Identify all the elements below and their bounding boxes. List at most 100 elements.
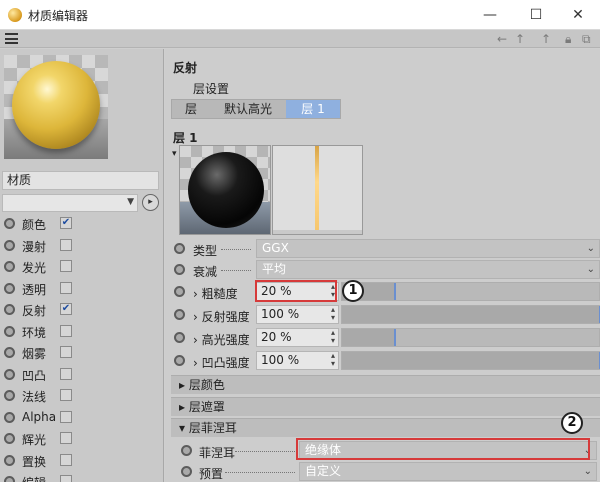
preview-sphere (12, 61, 100, 149)
group-layer-mask[interactable]: ▸ 层遮罩 (171, 397, 600, 416)
layer-settings-label: 层设置 (193, 82, 230, 96)
channel-item[interactable]: 辉光 (0, 428, 162, 450)
channel-checkbox[interactable] (60, 260, 72, 272)
channel-item[interactable]: 发光 (0, 256, 162, 278)
arrow-left-icon[interactable]: ← (497, 31, 507, 47)
lock-icon[interactable]: 🔒︎ (565, 31, 571, 47)
group-layer-color[interactable]: ▸ 层颜色 (171, 375, 600, 394)
material-name-field[interactable]: 材质 (2, 171, 159, 190)
channel-label: 反射 (22, 304, 47, 318)
channel-dot-icon (4, 454, 15, 466)
animate-dot-icon[interactable] (174, 243, 185, 254)
channel-checkbox[interactable] (60, 475, 72, 482)
channel-item[interactable]: 凹凸 (0, 364, 162, 386)
layer-previews (179, 145, 363, 235)
layer-title: 层 1 (173, 131, 198, 145)
arrow-up-icon[interactable]: ↑ (515, 31, 525, 47)
channel-checkbox[interactable] (60, 410, 72, 423)
material-dropdown[interactable]: ▼ (2, 194, 138, 212)
channel-dot-icon (4, 347, 15, 358)
channel-item[interactable]: 透明 (0, 278, 162, 300)
animate-dot-icon[interactable] (181, 445, 192, 456)
channel-item[interactable]: 漫射 (0, 235, 162, 257)
type-dropdown[interactable]: GGX ⌄ (256, 239, 600, 258)
channel-dot-icon (4, 304, 15, 315)
new-window-icon[interactable]: ⧉ (582, 31, 591, 47)
channel-item[interactable]: Alpha (0, 407, 162, 429)
chevron-down-icon: ⌄ (586, 243, 595, 254)
animate-dot-icon[interactable] (174, 264, 185, 275)
channel-checkbox[interactable] (60, 346, 72, 358)
specular-strength-input[interactable]: 20 % ▴ ▾ (256, 328, 339, 347)
preset-dropdown[interactable]: 自定义 ⌄ (299, 462, 597, 481)
channel-label: 发光 (22, 261, 47, 275)
channel-checkbox[interactable]: ✔ (60, 217, 72, 229)
roughness-slider[interactable] (341, 282, 600, 301)
channel-item[interactable]: 反射 ✔ (0, 299, 162, 321)
channel-checkbox[interactable]: ✔ (60, 303, 72, 315)
channel-label: 法线 (22, 390, 47, 404)
prop-specular-strength: › 高光强度 20 % ▴ ▾ (171, 328, 600, 348)
channel-checkbox[interactable] (60, 432, 72, 444)
arrow-up-alt-icon[interactable]: ↑ (541, 31, 551, 47)
channel-checkbox[interactable] (60, 238, 72, 251)
channel-label: 颜色 (22, 218, 47, 232)
channel-dot-icon (4, 476, 15, 482)
channel-dot-icon (4, 239, 15, 251)
channel-item[interactable]: 法线 (0, 385, 162, 407)
channel-checkbox[interactable] (60, 324, 72, 337)
channel-label: 辉光 (22, 433, 47, 447)
maximize-button[interactable]: ☐ (514, 0, 558, 30)
material-preview[interactable] (4, 55, 108, 159)
tab-layer[interactable]: 层 (172, 100, 210, 118)
channel-label: 置换 (22, 454, 47, 469)
left-panel: 材质 ▼ ▸ 颜色 ✔ 漫射发光透明反射 ✔ 环境烟雾凹凸法线 Alpha 辉光置换编辑 (0, 49, 164, 482)
channel-item[interactable]: 烟雾 (0, 342, 162, 364)
reflection-strength-slider[interactable] (341, 305, 600, 324)
channel-label: 透明 (22, 282, 47, 297)
channel-dot-icon (4, 390, 15, 401)
animate-dot-icon[interactable] (174, 355, 185, 366)
tab-default-specular[interactable]: 默认高光 (210, 100, 286, 118)
animate-dot-icon[interactable] (174, 332, 185, 343)
specular-strength-slider[interactable] (341, 328, 600, 347)
bump-strength-input[interactable]: 100 % ▴ ▾ (256, 351, 339, 370)
channel-item[interactable]: 置换 (0, 450, 162, 472)
chevron-down-icon: ⌄ (586, 264, 595, 275)
collapse-arrow-icon[interactable]: ▾ (172, 149, 177, 159)
channel-checkbox[interactable] (60, 281, 72, 294)
channel-item[interactable]: 环境 (0, 321, 162, 343)
menu-icon[interactable] (5, 33, 18, 44)
channel-item[interactable]: 颜色 ✔ (0, 213, 162, 235)
animate-dot-icon[interactable] (174, 286, 185, 297)
channel-checkbox[interactable] (60, 389, 72, 401)
title-bar: 材质编辑器 — ☐ ✕ (0, 0, 600, 30)
reflection-strength-input[interactable]: 100 % ▴ ▾ (256, 305, 339, 324)
layer-tabs: 层 默认高光 层 1 (171, 99, 341, 119)
animate-dot-icon[interactable] (181, 466, 192, 477)
channel-dot-icon (4, 325, 15, 337)
channel-item[interactable]: 编辑 (0, 471, 162, 482)
section-title: 反射 (173, 61, 198, 75)
minimize-button[interactable]: — (468, 0, 512, 30)
tab-layer-1[interactable]: 层 1 (286, 100, 340, 118)
prop-roughness: › 粗糙度 20 % ▴ ▾ (171, 282, 600, 302)
annotation-badge-1: 1 (342, 280, 364, 302)
group-layer-fresnel[interactable]: ▾ 层菲涅耳 (171, 418, 600, 437)
close-button[interactable]: ✕ (556, 0, 600, 30)
specular-curve-preview (272, 145, 363, 235)
channel-checkbox[interactable] (60, 453, 72, 466)
bump-strength-slider[interactable] (341, 351, 600, 370)
prop-type: 类型 GGX ⌄ (171, 239, 600, 259)
material-app-icon (8, 8, 22, 22)
picker-icon[interactable]: ▸ (142, 194, 159, 211)
channel-dot-icon (4, 433, 15, 444)
falloff-dropdown[interactable]: 平均 ⌄ (256, 260, 600, 279)
toolbar: ← ↑ ↑ 🔒︎ ⧉ (0, 30, 600, 48)
channel-label: 环境 (22, 325, 47, 340)
chevron-down-icon: ▼ (127, 197, 134, 207)
animate-dot-icon[interactable] (174, 309, 185, 320)
highlight-roughness (255, 280, 337, 302)
reflection-preview-ball (179, 145, 271, 235)
channel-checkbox[interactable] (60, 367, 72, 380)
